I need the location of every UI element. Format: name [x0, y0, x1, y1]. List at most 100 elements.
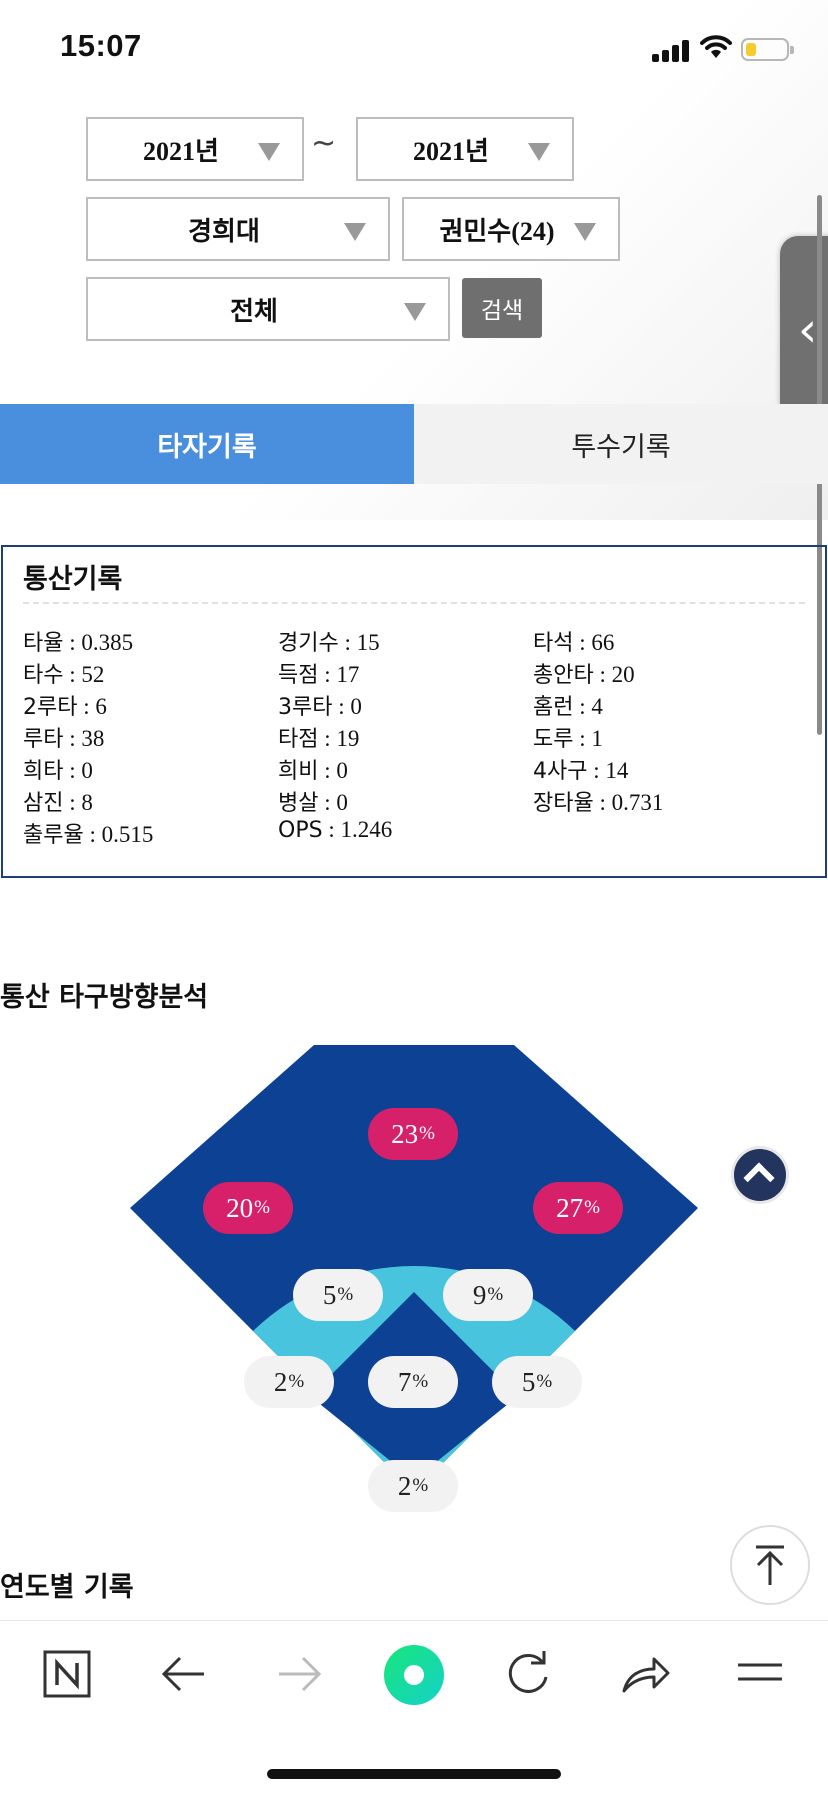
year-from-value: 2021년	[143, 136, 219, 166]
stat-label: 도루	[533, 727, 574, 752]
stat-label: 희비	[278, 759, 319, 784]
zone-percent-unit: %	[254, 1197, 270, 1218]
cellular-signal-icon	[652, 36, 692, 62]
range-tilde: ~	[311, 126, 337, 161]
career-stats-grid: 타율 : 0.385 경기수 : 15 타석 : 66 타수 : 52 득점 : 17 총…	[23, 625, 813, 849]
share-icon[interactable]	[620, 1649, 672, 1699]
zone-pill-right-line: 5%	[492, 1356, 582, 1408]
zone-percent-value: 5	[521, 1366, 536, 1397]
stat-value: 0	[350, 694, 362, 719]
stat-label: 타점	[278, 727, 319, 752]
zone-pill-right-mid: 9%	[443, 1269, 533, 1321]
year-from-select[interactable]: 2021년	[86, 117, 304, 181]
stat-value: 4	[591, 694, 603, 719]
zone-percent-value: 2	[397, 1470, 412, 1501]
stat-item: 3루타 : 0	[278, 689, 362, 721]
zone-percent-value: 5	[322, 1279, 337, 1310]
year-to-select[interactable]: 2021년	[356, 117, 574, 181]
menu-icon[interactable]	[736, 1655, 784, 1691]
stat-separator: :	[573, 726, 592, 751]
stat-separator: :	[63, 726, 82, 751]
scroll-to-top-button[interactable]	[730, 1525, 810, 1605]
stat-separator: :	[63, 790, 82, 815]
stat-item: 장타율 : 0.731	[533, 785, 663, 817]
stat-item: 경기수 : 15	[278, 625, 380, 657]
chevron-left-icon: ‹	[798, 302, 818, 358]
stat-item: 4사구 : 14	[533, 753, 628, 785]
zone-percent-value: 27	[556, 1192, 584, 1223]
zone-pill-center-deep: 23%	[368, 1108, 458, 1160]
stat-label: 3루타	[278, 695, 333, 720]
status-bar: 15:07	[0, 0, 828, 100]
stats-row: 희타 : 0 희비 : 0 4사구 : 14	[23, 753, 813, 785]
stat-separator: :	[573, 694, 592, 719]
forward-arrow-icon[interactable]	[275, 1651, 323, 1697]
stat-item: 희타 : 0	[23, 753, 93, 785]
green-dot-icon[interactable]	[382, 1643, 446, 1707]
scope-select[interactable]: 전체	[86, 277, 450, 341]
tab-pitcher-records[interactable]: 투수기록	[414, 404, 828, 484]
career-stats-title: 통산기록	[23, 564, 123, 595]
stat-label: 희타	[23, 759, 64, 784]
naver-icon[interactable]	[42, 1649, 92, 1699]
stat-label: 삼진	[23, 791, 64, 816]
stats-row: 출루율 : 0.515 OPS : 1.246	[23, 817, 813, 849]
stat-separator: :	[63, 630, 82, 655]
zone-percent-unit: %	[419, 1123, 435, 1144]
stats-row: 타율 : 0.385 경기수 : 15 타석 : 66	[23, 625, 813, 657]
scope-value: 전체	[230, 296, 278, 326]
scroll-up-button[interactable]	[731, 1146, 789, 1204]
player-select[interactable]: 권민수(24)	[402, 197, 620, 261]
stat-label: 타율	[23, 631, 64, 656]
stat-value: 66	[591, 630, 615, 655]
stat-separator: :	[573, 630, 592, 655]
refresh-icon[interactable]	[503, 1649, 553, 1699]
stat-item: 루타 : 38	[23, 721, 104, 753]
stats-row: 2루타 : 6 3루타 : 0 홈런 : 4	[23, 689, 813, 721]
stat-label: 경기수	[278, 631, 339, 656]
zone-percent-unit: %	[584, 1197, 600, 1218]
stats-row: 타수 : 52 득점 : 17 총안타 : 20	[23, 657, 813, 689]
stat-item: 타점 : 19	[278, 721, 359, 753]
stat-separator: :	[83, 822, 102, 847]
home-indicator[interactable]	[267, 1769, 561, 1779]
player-value: 권민수(24)	[439, 216, 555, 246]
chevron-up-icon	[743, 1162, 775, 1194]
zone-pill-right-deep: 27%	[533, 1182, 623, 1234]
stat-item: 출루율 : 0.515	[23, 817, 153, 849]
stat-separator: :	[322, 817, 341, 842]
back-arrow-icon[interactable]	[160, 1651, 208, 1697]
stat-value: 20	[611, 662, 635, 687]
stat-label: 2루타	[23, 695, 78, 720]
stat-separator: :	[63, 662, 82, 687]
status-time: 15:07	[60, 28, 142, 63]
team-select[interactable]: 경희대	[86, 197, 390, 261]
dropdown-arrow-icon	[258, 143, 280, 161]
stat-label: 장타율	[533, 791, 594, 816]
stat-separator: :	[318, 662, 337, 687]
divider	[23, 602, 805, 604]
stat-label: 출루율	[23, 823, 84, 848]
zone-percent-value: 2	[273, 1366, 288, 1397]
zone-percent-unit: %	[288, 1371, 305, 1392]
browser-toolbar	[0, 1620, 828, 1793]
stat-value: 15	[356, 630, 380, 655]
yearly-records-title: 연도별 기록	[0, 1572, 134, 1603]
stat-value: 1.246	[340, 817, 393, 842]
zone-percent-unit: %	[412, 1475, 429, 1496]
zone-pill-left-deep: 20%	[203, 1182, 293, 1234]
zone-percent-unit: %	[412, 1371, 429, 1392]
stat-value: 0	[81, 758, 93, 783]
search-button[interactable]: 검색	[462, 278, 542, 338]
zone-percent-value: 9	[472, 1279, 487, 1310]
battery-icon	[741, 38, 794, 61]
stat-value: 52	[81, 662, 105, 687]
stat-item: 2루타 : 6	[23, 689, 107, 721]
stat-item: 총안타 : 20	[533, 657, 635, 689]
zone-percent-value: 7	[397, 1366, 412, 1397]
year-to-value: 2021년	[413, 136, 489, 166]
tab-batter-records[interactable]: 타자기록	[0, 404, 414, 484]
stat-separator: :	[63, 758, 82, 783]
zone-percent-value: 20	[226, 1192, 254, 1223]
stat-separator: :	[318, 758, 337, 783]
